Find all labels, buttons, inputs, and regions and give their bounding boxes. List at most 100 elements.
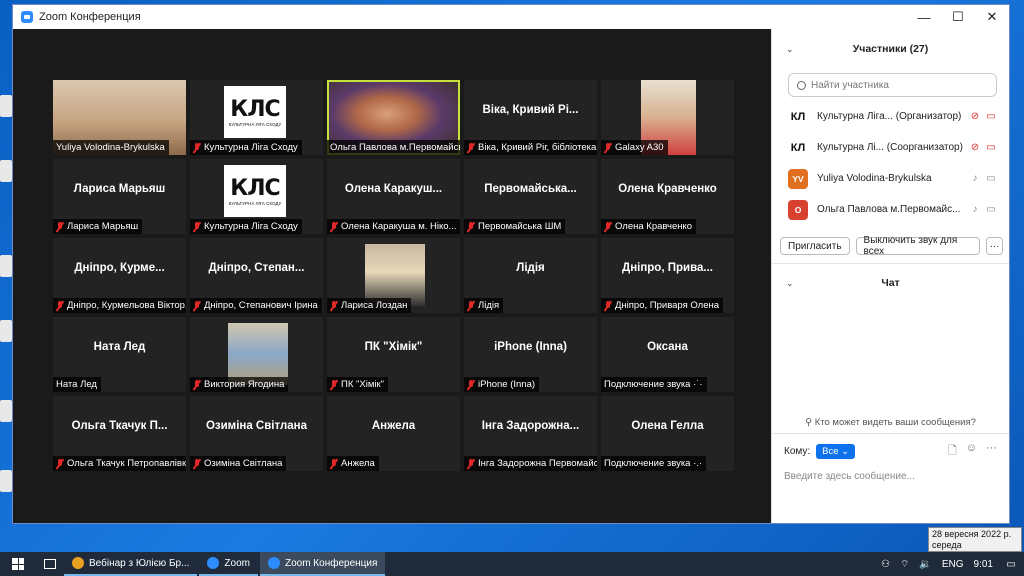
system-tray: ⚇ ⌔ 🔉 ENG 9:01 ▭ (876, 552, 1024, 576)
participant-name: Культурна Ліга Сходу (204, 221, 298, 232)
desktop-icon[interactable] (0, 400, 12, 422)
invite-button[interactable]: Пригласить (780, 237, 850, 255)
video-tile[interactable]: Yuliya Volodina-Brykulska (53, 80, 186, 155)
zoom-icon (21, 11, 33, 23)
mute-all-button[interactable]: Выключить звук для всех (855, 235, 981, 257)
participant-row[interactable]: КЛ Культурна Лі... (Соорганизатор) ⊘ ▭ (772, 132, 1009, 163)
participant-name: Лариса Марьяш (67, 221, 139, 232)
video-tile[interactable]: Олена Кравченко Олена Кравченко (601, 159, 734, 234)
avatar: YV (788, 168, 808, 189)
name-tag: Дніпро, Курмельова Віктор... (53, 298, 186, 313)
name-tag: Віка, Кривий Ріг, бібліотека (464, 140, 597, 155)
more-icon[interactable]: ··· (986, 442, 997, 461)
taskbar-app[interactable]: Вебінар з Юлією Бр... (64, 552, 198, 576)
start-button[interactable] (0, 552, 36, 576)
video-tile[interactable]: Первомайська... Первомайська ШМ (464, 159, 597, 234)
minimize-button[interactable]: — (907, 5, 941, 29)
app-label: Вебінар з Юлією Бр... (89, 557, 190, 569)
video-tile[interactable]: Ната Лед Ната Лед (53, 317, 186, 392)
video-tile[interactable]: Оксана Подключение звука ·˙· (601, 317, 734, 392)
video-tile[interactable]: КЛС КУЛЬТУРНА ЛІГА СХОДУ Культурна Ліга Сх… (190, 159, 323, 234)
video-tile[interactable]: Озиміна Світлана Озиміна Світлана (190, 396, 323, 471)
camera-icon[interactable]: ▭ (983, 111, 999, 122)
microphone-icon[interactable]: ♪ (967, 204, 983, 215)
desktop-icon[interactable] (0, 95, 12, 117)
video-tile[interactable]: Ольга Павлова м.Первомайськ (327, 80, 460, 155)
display-name: Оксана (647, 341, 688, 353)
day-text: середа (932, 540, 962, 550)
people-icon[interactable]: ⚇ (881, 559, 890, 570)
video-tile[interactable]: Віка, Кривий Рі... Віка, Кривий Ріг, бібл… (464, 80, 597, 155)
app-label: Zoom Конференция (284, 557, 378, 569)
video-tile[interactable]: Galaxy A30 (601, 80, 734, 155)
video-tile[interactable]: Інга Задорожна... Інга Задорожна Первомай… (464, 396, 597, 471)
video-tile[interactable]: Лідія Лідія (464, 238, 597, 313)
chat-input[interactable]: Введите здесь сообщение... (772, 461, 1009, 492)
recipient-dropdown[interactable]: Все ⌄ (816, 444, 856, 459)
video-tile[interactable]: Дніпро, Курме... Дніпро, Курмельова Вікто… (53, 238, 186, 313)
camera-icon[interactable]: ▭ (983, 173, 999, 184)
camera-icon[interactable]: ▭ (983, 204, 999, 215)
video-tile[interactable]: Олена Гелла Подключение звука ·.· (601, 396, 734, 471)
camera-icon[interactable]: ▭ (983, 142, 999, 153)
video-tile[interactable]: Дніпро, Прива... Дніпро, Приваря Олена (601, 238, 734, 313)
microphone-icon[interactable]: ♪ (967, 173, 983, 184)
mic-muted-icon[interactable]: ⊘ (967, 111, 983, 122)
shield-icon: ⚲ (805, 417, 815, 428)
mic-muted-icon (467, 300, 475, 311)
video-tile[interactable]: КЛС КУЛЬТУРНА ЛІГА СХОДУ Культурна Ліга Сх… (190, 80, 323, 155)
participant-video (228, 323, 288, 385)
desktop-icon[interactable] (0, 470, 12, 492)
mic-muted-icon (604, 221, 612, 232)
more-options-button[interactable]: ··· (986, 237, 1003, 255)
chevron-down-icon[interactable]: ⌄ (786, 278, 794, 289)
participant-row[interactable]: КЛ Культурна Ліга... (Организатор) ⊘ ▭ (772, 101, 1009, 132)
taskbar-app[interactable]: Zoom Конференция (259, 552, 386, 576)
name-tag: Озиміна Світлана (190, 456, 287, 471)
display-name: Анжела (371, 420, 416, 432)
video-tile[interactable]: Олена Каракуш... Олена Каракуша м. Ніко..… (327, 159, 460, 234)
participant-name: Олена Кравченко (615, 221, 693, 232)
chat-title: Чат (881, 277, 900, 289)
name-tag: Виктория Ягодина (190, 377, 289, 392)
clock[interactable]: 9:01 (974, 559, 993, 570)
name-tag: ПК "Хімік" (327, 377, 388, 392)
taskbar-apps: Вебінар з Юлією Бр... Zoom Zoom Конференци… (64, 552, 387, 576)
who-can-see-link[interactable]: ⚲ Кто может видеть ваши сообщения? (772, 417, 1009, 428)
video-tile[interactable]: Виктория Ягодина (190, 317, 323, 392)
desktop-icon[interactable] (0, 160, 12, 182)
mic-muted-icon[interactable]: ⊘ (967, 142, 983, 153)
participant-name: Лідія (478, 300, 500, 311)
participant-search-input[interactable]: Найти участника (788, 73, 997, 97)
video-tile[interactable]: ПК "Хімік" ПК "Хімік" (327, 317, 460, 392)
notification-icon[interactable]: ▭ (998, 552, 1024, 576)
video-tile[interactable]: Анжела Анжела (327, 396, 460, 471)
video-tile[interactable]: Ольга Ткачук П... Ольга Ткачук Петропавлі… (53, 396, 186, 471)
wifi-icon[interactable]: ⌔ (900, 558, 909, 571)
maximize-button[interactable]: ☐ (941, 5, 975, 29)
volume-icon[interactable]: 🔉 (919, 559, 931, 570)
participant-name: Первомайська ШМ (478, 221, 562, 232)
participant-name: Galaxy A30 (615, 142, 664, 153)
participant-row[interactable]: YV Yuliya Volodina-Brykulska ♪ ▭ (772, 163, 1009, 194)
app-icon (207, 557, 220, 569)
desktop-icon[interactable] (0, 255, 12, 277)
language-indicator[interactable]: ENG (942, 559, 964, 570)
participant-list: КЛ Культурна Ліга... (Организатор) ⊘ ▭ КЛ Кул… (772, 101, 1009, 231)
display-name: Лідія (516, 262, 545, 274)
video-tile[interactable]: Дніпро, Степан... Дніпро, Степанович Ірин… (190, 238, 323, 313)
close-button[interactable]: ✕ (975, 5, 1009, 29)
video-tile[interactable]: Лариса Лоздан (327, 238, 460, 313)
task-view-icon[interactable] (44, 559, 56, 569)
chevron-down-icon[interactable]: ⌄ (786, 44, 794, 55)
who-can-see-text: Кто может видеть ваши сообщения? (814, 417, 976, 428)
file-icon[interactable]: 🗋 (948, 442, 957, 461)
taskbar-app[interactable]: Zoom (199, 552, 258, 576)
video-tile[interactable]: Лариса Марьяш Лариса Марьяш (53, 159, 186, 234)
app-icon (267, 557, 280, 569)
video-tile[interactable]: iPhone (Inna) iPhone (Inna) (464, 317, 597, 392)
desktop-icon[interactable] (0, 320, 12, 342)
emoji-icon[interactable]: ☺ (966, 442, 977, 461)
mic-muted-icon (467, 142, 475, 153)
participant-row[interactable]: О Ольга Павлова м.Первомайс... ♪ ▭ (772, 194, 1009, 225)
